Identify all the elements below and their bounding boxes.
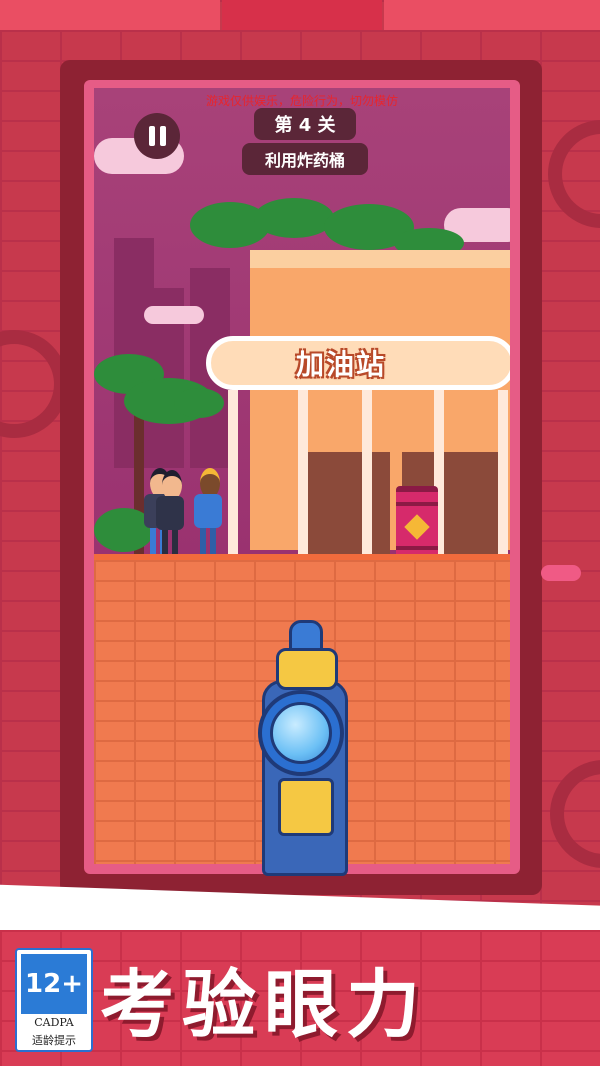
tree-canopy-roof xyxy=(254,198,334,238)
age-rating-org: CADPA xyxy=(34,1016,74,1029)
barrel-band xyxy=(396,502,438,506)
gas-station-roofline xyxy=(250,250,510,268)
level-hint: 利用炸药桶 xyxy=(242,143,368,175)
gas-station-sign-text: 加油站 xyxy=(295,348,386,381)
pause-icon xyxy=(159,126,166,146)
age-rating-badge: 12+ CADPA 适龄提示 xyxy=(15,948,93,1052)
canopy-pillar xyxy=(228,390,238,556)
top-decor-center xyxy=(222,0,382,30)
pause-button[interactable] xyxy=(134,113,180,159)
enemy-suit-2[interactable] xyxy=(156,470,186,560)
level-indicator: 第 4 关 xyxy=(254,108,356,140)
enemy-body xyxy=(194,494,222,528)
rifle-muzzle-ring xyxy=(276,648,338,690)
top-decor-left xyxy=(0,0,220,30)
top-decor-right xyxy=(384,0,600,30)
tree-canopy xyxy=(174,388,224,418)
canopy-pillar xyxy=(498,390,508,556)
enemy-body xyxy=(156,496,184,530)
pause-icon xyxy=(148,126,155,146)
gas-station-sign: 加油站 xyxy=(206,336,510,390)
side-tab xyxy=(541,565,581,581)
hazard-icon xyxy=(404,514,430,540)
rifle-grip xyxy=(278,778,334,836)
barrel-band xyxy=(396,546,438,550)
explosive-barrel[interactable] xyxy=(396,486,438,558)
gas-station-window xyxy=(300,452,390,556)
age-rating-number: 12+ xyxy=(21,954,87,1014)
canopy-pillar xyxy=(298,390,308,556)
safety-warning: 游戏仅供娱乐，危险行为，切勿模仿 xyxy=(205,94,398,108)
enemy-worker[interactable] xyxy=(194,468,224,560)
canopy-pillar xyxy=(362,390,372,556)
scope-lens-icon xyxy=(270,702,332,764)
age-rating-label: 适龄提示 xyxy=(32,1034,76,1047)
promo-slogan: 考验眼力 xyxy=(100,961,428,1048)
game-screen: 加油站 游戏仅供娱乐，危险行为，切勿模仿 第 4 关 利用炸药桶 12+ CAD… xyxy=(0,0,600,1066)
rifle-scope[interactable] xyxy=(258,690,344,776)
cloud xyxy=(144,306,204,324)
